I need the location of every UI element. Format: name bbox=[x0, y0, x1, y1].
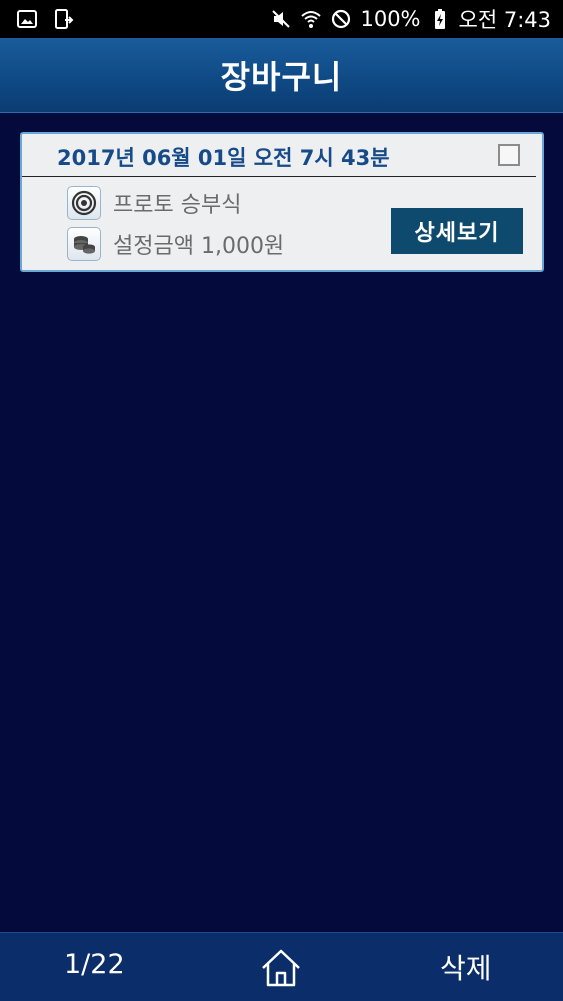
home-button[interactable] bbox=[257, 944, 305, 992]
home-icon bbox=[262, 949, 300, 987]
battery-charging-icon bbox=[429, 8, 451, 30]
battery-percent: 100% bbox=[360, 7, 421, 31]
cart-item-header: 2017년 06월 01일 오전 7시 43분 bbox=[22, 134, 542, 176]
wifi-icon bbox=[300, 8, 322, 30]
bottom-bar: 1/22 삭제 bbox=[0, 932, 563, 1001]
cart-item-datetime: 2017년 06월 01일 오전 7시 43분 bbox=[57, 146, 390, 170]
page-indicator: 1/22 bbox=[64, 949, 125, 980]
delete-button[interactable]: 삭제 bbox=[440, 947, 492, 987]
card-divider bbox=[22, 176, 536, 177]
view-details-button[interactable]: 상세보기 bbox=[391, 208, 523, 254]
amount-row: 설정금액 1,000원 bbox=[67, 227, 284, 261]
page-title: 장바구니 bbox=[220, 58, 343, 96]
coins-icon bbox=[67, 227, 101, 261]
blocked-icon bbox=[330, 8, 352, 30]
game-type-label: 프로토 승부식 bbox=[113, 193, 242, 218]
status-right: 100% 오전 7:43 bbox=[270, 4, 551, 34]
screen-mirror-icon bbox=[52, 8, 74, 30]
cart-item-checkbox[interactable] bbox=[498, 144, 520, 166]
game-type-row: 프로토 승부식 bbox=[67, 186, 241, 220]
amount-label: 설정금액 1,000원 bbox=[113, 234, 285, 259]
mute-icon bbox=[270, 8, 292, 30]
cart-item: 2017년 06월 01일 오전 7시 43분 프로토 승부식 설정금액 1,0… bbox=[20, 132, 544, 272]
status-clock: 오전 7:43 bbox=[458, 8, 551, 32]
gallery-icon bbox=[16, 8, 38, 30]
status-left bbox=[16, 8, 74, 30]
target-icon bbox=[67, 186, 101, 220]
app-header: 장바구니 bbox=[0, 38, 563, 113]
status-bar: 100% 오전 7:43 bbox=[0, 0, 563, 38]
